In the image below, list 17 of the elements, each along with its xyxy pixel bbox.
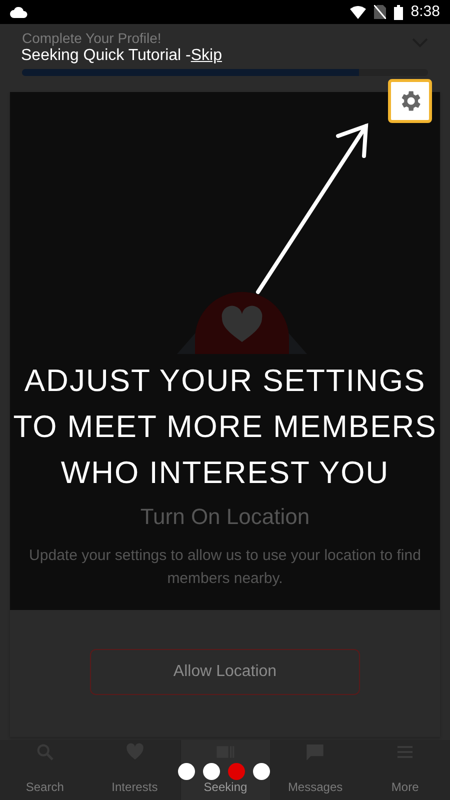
skip-link[interactable]: Skip xyxy=(190,47,222,64)
settings-button[interactable] xyxy=(388,79,432,123)
location-title: Turn On Location xyxy=(139,503,311,531)
cloud-icon xyxy=(10,6,28,18)
nav-tab[interactable]: More xyxy=(360,740,450,800)
location-description: Update your settings to allow us to use your location to find members nearby. xyxy=(28,546,422,588)
tutorial-message: ADJUST YOUR SETTINGS TO MEET MORE MEMBERS WHO INTEREST YOU xyxy=(12,362,438,492)
tutorial-title: Seeking Quick Tutorial -Skip xyxy=(21,46,222,66)
nav-tab[interactable]: Search xyxy=(0,740,90,800)
allow-location-button[interactable]: Allow Location xyxy=(90,649,360,695)
no-sim-icon xyxy=(374,5,386,19)
profile-title: Complete Your Profile! xyxy=(22,29,162,48)
clock-time: 8:38 xyxy=(410,2,440,22)
battery-icon xyxy=(394,4,403,20)
nav-tab[interactable]: Messages xyxy=(270,740,360,800)
wifi-icon xyxy=(350,6,366,18)
nav-tab[interactable]: Interests xyxy=(90,740,180,800)
